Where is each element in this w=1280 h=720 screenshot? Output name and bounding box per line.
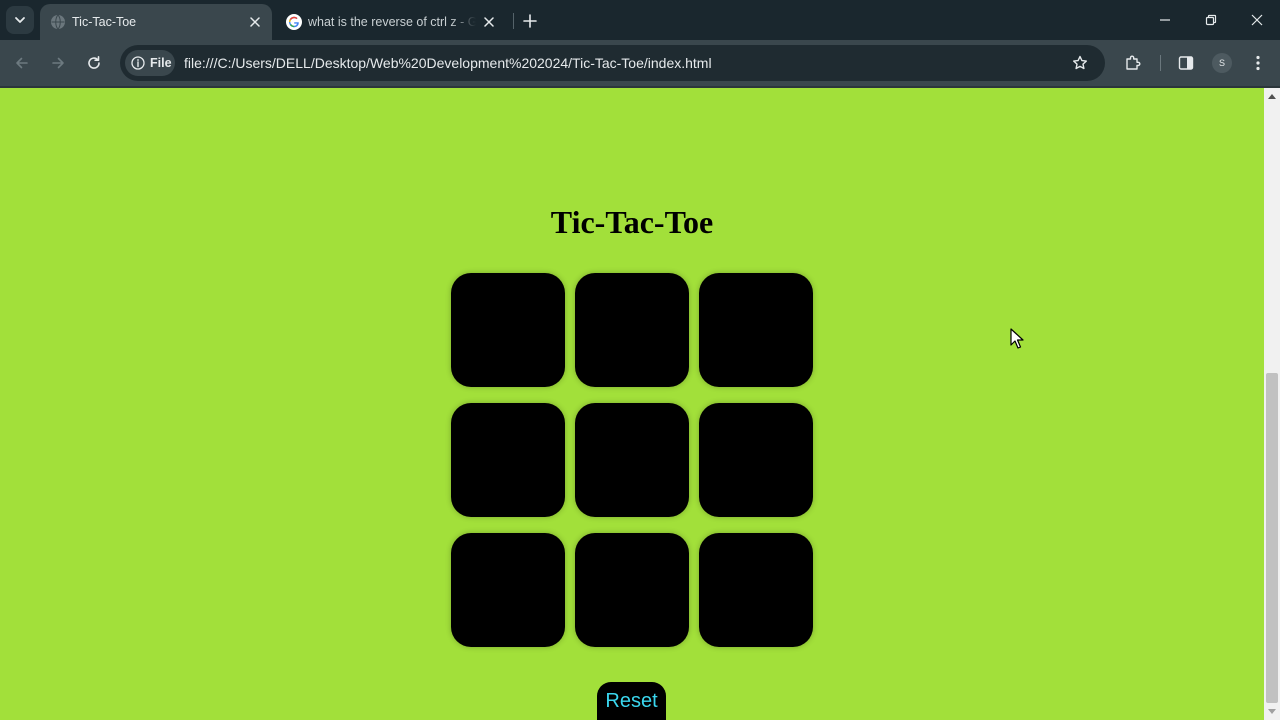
board-cell-9[interactable] [699, 533, 813, 647]
board-cell-7[interactable] [451, 533, 565, 647]
more-vertical-icon [1256, 55, 1260, 71]
board-cell-6[interactable] [699, 403, 813, 517]
toolbar-divider [1160, 55, 1161, 71]
browser-window: Tic-Tac-Toe what is the reverse of ctrl … [0, 0, 1280, 720]
side-panel-button[interactable] [1171, 48, 1201, 78]
tab-divider [513, 13, 514, 29]
reset-button[interactable]: Reset [597, 682, 666, 720]
chevron-down-icon [15, 17, 25, 23]
reload-button[interactable] [79, 48, 109, 78]
google-g-icon [286, 14, 302, 30]
page-viewport: Tic-Tac-Toe Reset [0, 88, 1264, 720]
close-icon[interactable] [480, 13, 498, 31]
board-cell-1[interactable] [451, 273, 565, 387]
board-cell-3[interactable] [699, 273, 813, 387]
game-board [451, 273, 813, 647]
close-icon [1251, 14, 1263, 26]
tab-title: Tic-Tac-Toe [72, 15, 137, 29]
bookmark-button[interactable] [1065, 48, 1095, 78]
tab-strip: Tic-Tac-Toe what is the reverse of ctrl … [0, 0, 1280, 40]
restore-button[interactable] [1188, 0, 1234, 40]
tab-search-button[interactable] [6, 6, 34, 34]
address-bar[interactable]: File file:///C:/Users/DELL/Desktop/Web%2… [120, 45, 1105, 81]
plus-icon [523, 14, 537, 28]
site-info-label: File [150, 56, 172, 70]
vertical-scrollbar[interactable] [1264, 88, 1280, 720]
board-cell-8[interactable] [575, 533, 689, 647]
board-cell-2[interactable] [575, 273, 689, 387]
restore-icon [1205, 14, 1217, 26]
tab-title: what is the reverse of ctrl z - Google S… [308, 15, 476, 29]
back-button[interactable] [7, 48, 37, 78]
menu-button[interactable] [1243, 48, 1273, 78]
tab-google-search[interactable]: what is the reverse of ctrl z - Google S… [276, 4, 506, 40]
board-cell-4[interactable] [451, 403, 565, 517]
site-info-chip[interactable]: File [125, 50, 175, 76]
scrollbar-thumb[interactable] [1266, 373, 1278, 703]
tab-tic-tac-toe[interactable]: Tic-Tac-Toe [40, 4, 272, 40]
mouse-cursor-icon [1010, 328, 1024, 349]
profile-avatar[interactable]: S [1212, 53, 1232, 73]
scroll-up-arrow-icon[interactable] [1264, 88, 1280, 104]
info-icon [131, 56, 145, 70]
puzzle-icon [1126, 55, 1141, 70]
minimize-button[interactable] [1142, 0, 1188, 40]
board-cell-5[interactable] [575, 403, 689, 517]
close-window-button[interactable] [1234, 0, 1280, 40]
star-icon [1073, 55, 1087, 70]
minimize-icon [1160, 19, 1170, 21]
arrow-left-icon [16, 57, 28, 69]
new-tab-button[interactable] [518, 9, 542, 33]
close-icon[interactable] [246, 13, 264, 31]
globe-icon [50, 14, 66, 30]
forward-button[interactable] [43, 48, 73, 78]
side-panel-icon [1178, 56, 1194, 70]
reload-icon [88, 56, 100, 69]
page-title: Tic-Tac-Toe [550, 204, 714, 240]
arrow-right-icon [52, 57, 64, 69]
extensions-button[interactable] [1118, 48, 1148, 78]
url-text[interactable]: file:///C:/Users/DELL/Desktop/Web%20Deve… [184, 55, 712, 71]
scroll-down-arrow-icon[interactable] [1264, 704, 1280, 720]
